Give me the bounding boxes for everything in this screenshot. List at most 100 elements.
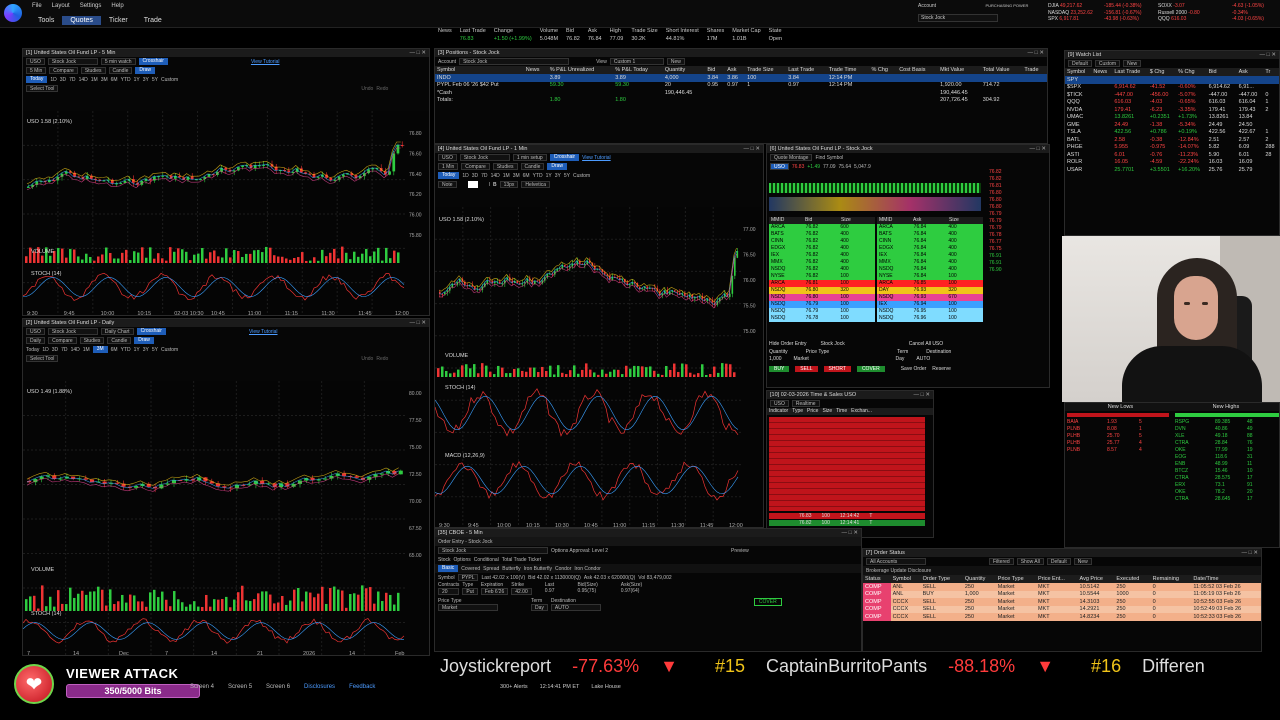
options-price-type-dropdown[interactable]: Market (438, 604, 498, 611)
watchlist-row[interactable]: SPY (1065, 76, 1279, 84)
new-high-row[interactable]: CTRA 28.575 17 (1175, 475, 1279, 482)
chart2-type-dropdown[interactable]: Candle (107, 337, 132, 344)
chart2-period-ytd[interactable]: YTD (121, 347, 131, 353)
chart1-period-5y[interactable]: 5Y (152, 77, 158, 83)
chart3-fontsize-dropdown[interactable]: 13px (499, 181, 519, 188)
chart1-period-6m[interactable]: 6M (111, 77, 118, 83)
strategy-covered[interactable]: Covered (461, 566, 480, 572)
chart2-period-5y[interactable]: 5Y (152, 347, 158, 353)
order-status-row[interactable]: COMP CCCX SELL 250 Market MKT 14.2921 250 0 10:52… (863, 605, 1261, 613)
chart3-period-14d[interactable]: 14D (491, 173, 500, 179)
new-low-row[interactable]: PLNB 8.08 1 (1067, 426, 1171, 433)
chart1-period-custom[interactable]: Custom (161, 77, 178, 83)
watchlist-col-header[interactable]: Ask (1236, 68, 1264, 76)
level2-ask-row[interactable]: NYSE 76.84 100 (877, 273, 983, 280)
chart2-tutorial-link[interactable]: View Tutorial (249, 329, 278, 335)
chart3-canvas[interactable]: 77.00 76.50 76.00 75.50 75.00 9:30 9:45 10:00 10… (435, 207, 763, 527)
chart1-period-7d[interactable]: 7D (69, 77, 75, 83)
chart3-period-3y[interactable]: 3Y (555, 173, 561, 179)
order-status-col-header[interactable]: Price Type (995, 575, 1036, 583)
options-term-dropdown[interactable]: Day (531, 604, 548, 611)
new-high-row[interactable]: XLE 49.18 88 (1175, 433, 1279, 440)
chart3-compare-dropdown[interactable]: Compare (461, 163, 490, 170)
level2-bid-row[interactable]: NYSE 76.82 100 (769, 273, 875, 280)
chart2-period-3d[interactable]: 3D (52, 347, 58, 353)
watchlist-row[interactable]: QQQ 616.03 -4.03 -0.65% 616.03 616.04 1 (1065, 99, 1279, 107)
level2-ask-row[interactable]: NSDQ 76.84 400 (877, 266, 983, 273)
watchlist-row[interactable]: ASTI 6.01 -0.76 -11.23% 5.90 6.01 28 (1065, 151, 1279, 159)
watchlist-col-header[interactable]: News (1091, 68, 1113, 76)
positions-new-button[interactable]: New (666, 58, 685, 65)
chart2-period-14d[interactable]: 14D (71, 347, 80, 353)
positions-col-header[interactable]: Trade Size (745, 66, 787, 74)
tab-trade[interactable]: Trade (136, 16, 170, 25)
watchlist-row[interactable]: $TICK -447.00 -456.00 -5.07% -447.00 -447.00 0 (1065, 91, 1279, 99)
level2-cover-button[interactable]: COVER (856, 366, 885, 372)
chart3-period-today[interactable]: Today (438, 172, 460, 179)
chart3-italic-button[interactable]: I (489, 182, 490, 188)
chart2-compare-dropdown[interactable]: Compare (48, 337, 77, 344)
options-tab-conditional[interactable]: Conditional (474, 557, 499, 563)
chart2-symbol-input[interactable]: USO (26, 328, 45, 335)
level2-ask-row[interactable]: ARCA 76.85 100 (877, 280, 983, 287)
chart3-bold-button[interactable]: B (493, 182, 497, 188)
chart1-account-dropdown[interactable]: Stock Jock (47, 58, 98, 65)
menu-help[interactable]: Help (111, 3, 123, 9)
watchlist-row[interactable]: TSLA 422.56 +0.786 +0.19% 422.56 422.67 1 (1065, 129, 1279, 137)
chart1-period-3m[interactable]: 3M (101, 77, 108, 83)
chart2-period-3y[interactable]: 3Y (143, 347, 149, 353)
level2-ask-row[interactable]: DAY 76.93 320 (877, 287, 983, 294)
new-low-row[interactable]: BAIA 1.93 5 (1067, 419, 1171, 426)
level2-term-dropdown[interactable]: Day (896, 356, 905, 362)
chart3-period-custom[interactable]: Custom (573, 173, 590, 179)
positions-col-header[interactable]: News (523, 66, 548, 74)
options-tab-options[interactable]: Options (454, 557, 471, 563)
positions-col-header[interactable]: % P&L Unrealized (547, 66, 614, 74)
level2-ask-row[interactable]: IEX 76.84 400 (877, 252, 983, 259)
order-status-col-header[interactable]: Symbol (890, 575, 921, 583)
positions-col-header[interactable]: Bid (705, 66, 726, 74)
level2-buy-button[interactable]: BUY (769, 366, 790, 372)
watchlist-row[interactable]: GME 24.49 -1.38 -5.34% 24.49 24.50 (1065, 121, 1279, 129)
strategy-spread[interactable]: Spread (483, 566, 499, 572)
options-symbol-input[interactable]: PYPL (457, 574, 479, 581)
chart3-period-1d[interactable]: 1D (462, 173, 468, 179)
level2-ask-row[interactable]: MMX 76.84 400 (877, 259, 983, 266)
chart1-setup-dropdown[interactable]: 5 min watch (100, 58, 136, 65)
positions-col-header[interactable]: Last Trade (786, 66, 827, 74)
new-high-row[interactable]: CTRA 28.645 17 (1175, 496, 1279, 503)
chart3-studies-dropdown[interactable]: Studies (492, 163, 518, 170)
timesales-mode[interactable]: Realtime (791, 400, 820, 407)
watchlist-row[interactable]: PHGE 5.955 -0.975 -14.07% 5.82 6.09 288 (1065, 144, 1279, 152)
watchlist-row[interactable]: UMAC 13.8261 +0.2351 +1.73% 13.8261 13.84 (1065, 114, 1279, 122)
chart1-undo[interactable]: Undo (361, 86, 373, 92)
chart1-period-1m[interactable]: 1M (91, 77, 98, 83)
level2-save-order[interactable]: Save Order (901, 366, 927, 372)
level2-price-type-dropdown[interactable]: Market (794, 356, 854, 362)
chart2-period-custom[interactable]: Custom (161, 347, 178, 353)
positions-col-header[interactable]: % P&L Today (613, 66, 663, 74)
chart3-period-3m[interactable]: 3M (513, 173, 520, 179)
order-status-col-header[interactable]: Avg Price (1077, 575, 1115, 583)
level2-hide-order-entry[interactable]: Hide Order Entry (769, 341, 807, 347)
screen-tab-4[interactable]: Screen 4 (190, 684, 214, 690)
chart1-period-ytd[interactable]: YTD (121, 77, 131, 83)
level2-ask-row[interactable]: CINN 76.84 400 (877, 238, 983, 245)
watchlist-new-button[interactable]: New (1123, 60, 1142, 67)
chart2-period-7d[interactable]: 7D (61, 347, 67, 353)
chart3-note-dropdown[interactable]: Note (438, 181, 457, 188)
order-status-col-header[interactable]: Quantity (962, 575, 996, 583)
level2-bid-row[interactable]: MMX 76.82 400 (769, 259, 875, 266)
positions-col-header[interactable]: Symbol (435, 66, 524, 74)
chart3-draw-button[interactable]: Draw (547, 163, 568, 170)
level2-view-dropdown[interactable]: Quote Montage (770, 154, 813, 161)
level2-bid-row[interactable]: NSDQ 76.79 100 (769, 308, 875, 315)
order-status-symbol-dropdown[interactable]: Show All (1016, 558, 1044, 565)
level2-sell-button[interactable]: SELL (795, 366, 818, 372)
new-high-row[interactable]: RSPG 89.385 48 (1175, 419, 1279, 426)
watchlist-col-header[interactable]: % Chg (1176, 68, 1207, 76)
strategy-butterfly[interactable]: Butterfly (502, 566, 520, 572)
level2-destination-dropdown[interactable]: AUTO (916, 356, 976, 362)
options-tab-total-trade[interactable]: Total Trade Ticket (502, 557, 541, 563)
level2-bid-row[interactable]: NSDQ 76.82 400 (769, 266, 875, 273)
